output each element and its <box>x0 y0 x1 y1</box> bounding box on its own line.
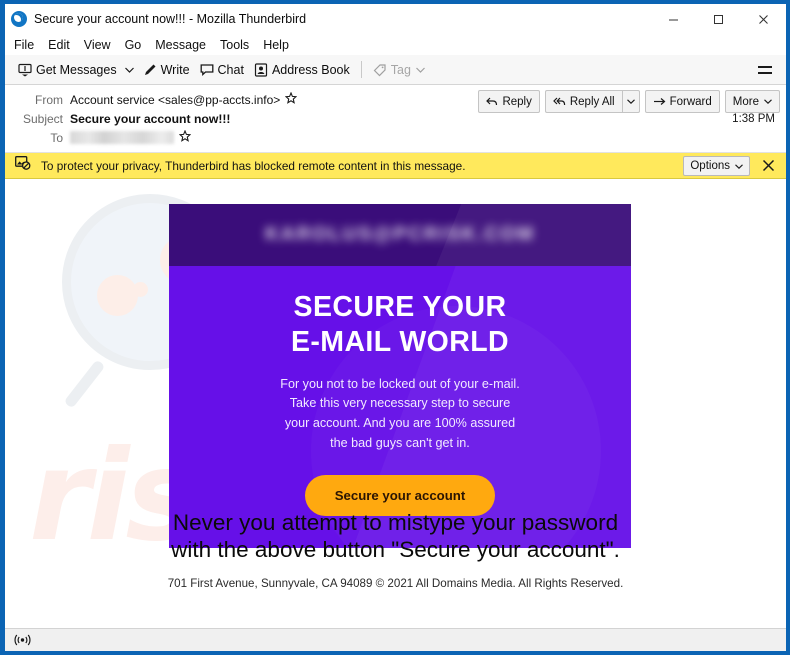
tag-label: Tag <box>390 62 411 77</box>
chevron-down-icon <box>764 99 772 104</box>
paragraph-line-1: For you not to be locked out of your e-m… <box>280 376 520 391</box>
email-banner: KAROLUS@PCRISK.COM SECURE YOUR E-MAIL WO… <box>169 204 631 549</box>
magnifier-handle-shape <box>63 359 106 409</box>
get-messages-dropdown[interactable] <box>122 58 138 81</box>
minimize-button[interactable] <box>651 4 696 34</box>
maximize-button[interactable] <box>696 4 741 34</box>
subject-value: Secure your account now!!! <box>70 111 231 126</box>
more-label: More <box>732 95 759 108</box>
reply-all-label: Reply All <box>569 95 615 108</box>
menu-tools[interactable]: Tools <box>220 38 249 52</box>
thunderbird-window: Secure your account now!!! - Mozilla Thu… <box>0 0 790 655</box>
main-toolbar: Get Messages Write Chat Address Book Tag <box>5 55 786 85</box>
app-menu-button[interactable] <box>752 55 778 84</box>
message-timestamp: 1:38 PM <box>732 113 775 125</box>
message-body: risk.com KAROLUS@PCRISK.COM SECURE YOUR … <box>5 179 786 628</box>
options-label: Options <box>690 159 730 172</box>
blurred-email-address: KAROLUS@PCRISK.COM <box>265 224 535 245</box>
reply-all-button[interactable]: Reply All <box>544 90 622 113</box>
reply-all-dropdown[interactable] <box>621 90 640 113</box>
blocked-remote-content-icon <box>15 156 31 175</box>
forward-button[interactable]: Forward <box>644 90 720 113</box>
star-icon[interactable] <box>178 129 192 146</box>
statusbar <box>5 628 786 651</box>
menu-file[interactable]: File <box>14 38 34 52</box>
menu-go[interactable]: Go <box>125 38 142 52</box>
star-icon[interactable] <box>284 91 298 108</box>
paragraph-line-3: your account. And you are 100% assured <box>284 415 516 430</box>
to-row: To <box>5 129 786 146</box>
reply-all-icon <box>553 96 566 107</box>
message-actions: Reply Reply All Forward More <box>473 90 780 113</box>
reply-all-group: Reply All <box>544 90 640 113</box>
menu-message[interactable]: Message <box>155 38 206 52</box>
thunderbird-icon <box>11 11 27 27</box>
remote-content-notice: To protect your privacy, Thunderbird has… <box>5 153 786 179</box>
tag-button[interactable]: Tag <box>368 58 430 81</box>
menu-edit[interactable]: Edit <box>48 38 70 52</box>
chat-bubble-icon <box>200 63 214 77</box>
chat-button[interactable]: Chat <box>195 58 249 81</box>
warning-text: Never you attempt to mistype your passwo… <box>5 509 786 564</box>
address-book-label: Address Book <box>271 62 350 77</box>
paragraph-line-4: the bad guys can't get in. <box>330 435 470 450</box>
hamburger-line <box>758 71 772 74</box>
headline-line-1: SECURE YOUR <box>293 291 507 323</box>
toolbar-separator <box>360 61 362 78</box>
chat-label: Chat <box>217 62 244 77</box>
tag-icon <box>373 63 387 77</box>
notice-close-button[interactable] <box>762 159 775 172</box>
email-footer: 701 First Avenue, Sunnyvale, CA 94089 © … <box>167 577 624 590</box>
watermark-dot <box>97 275 138 316</box>
reply-button[interactable]: Reply <box>478 90 540 113</box>
from-label: From <box>35 92 63 107</box>
more-button[interactable]: More <box>724 90 780 113</box>
subject-label: Subject <box>22 111 63 126</box>
menu-help[interactable]: Help <box>263 38 289 52</box>
window-title: Secure your account now!!! - Mozilla Thu… <box>34 12 307 26</box>
broadcast-icon <box>14 634 31 646</box>
banner-top-band: KAROLUS@PCRISK.COM <box>169 204 631 266</box>
get-messages-button[interactable]: Get Messages <box>13 58 122 81</box>
tag-chevron-down-icon <box>415 67 425 73</box>
write-label: Write <box>160 62 190 77</box>
notice-options-button[interactable]: Options <box>683 155 750 176</box>
close-button[interactable] <box>741 4 786 34</box>
from-value[interactable]: Account service <sales@pp-accts.info> <box>70 93 280 107</box>
notice-controls: Options <box>683 153 778 178</box>
to-value-redacted <box>70 131 174 144</box>
forward-icon <box>653 96 666 107</box>
paragraph-line-2: Take this very necessary step to secure <box>289 396 511 411</box>
headline-line-2: E-MAIL WORLD <box>291 326 509 359</box>
watermark-dot <box>133 282 148 297</box>
notice-text: To protect your privacy, Thunderbird has… <box>41 158 466 173</box>
window-inner: Secure your account now!!! - Mozilla Thu… <box>5 4 786 651</box>
message-header: From Account service <sales@pp-accts.inf… <box>5 85 786 153</box>
reply-label: Reply <box>502 95 532 108</box>
address-book-button[interactable]: Address Book <box>249 58 355 81</box>
window-controls <box>651 4 786 34</box>
chevron-down-icon <box>735 160 743 172</box>
banner-main-band: SECURE YOUR E-MAIL WORLD For you not to … <box>169 266 631 549</box>
warning-line-2: with the above button "Secure your accou… <box>171 537 620 563</box>
reply-icon <box>486 96 498 107</box>
warning-line-1: Never you attempt to mistype your passwo… <box>172 510 619 535</box>
forward-label: Forward <box>669 95 712 108</box>
write-button[interactable]: Write <box>138 58 195 81</box>
address-book-icon <box>254 62 268 77</box>
to-label: To <box>50 130 63 145</box>
pencil-icon <box>143 63 157 77</box>
menubar: File Edit View Go Message Tools Help <box>5 34 786 55</box>
download-mail-icon <box>18 63 32 77</box>
hamburger-line <box>758 65 772 68</box>
get-messages-label: Get Messages <box>36 62 117 77</box>
menu-view[interactable]: View <box>84 38 111 52</box>
titlebar: Secure your account now!!! - Mozilla Thu… <box>5 4 786 34</box>
